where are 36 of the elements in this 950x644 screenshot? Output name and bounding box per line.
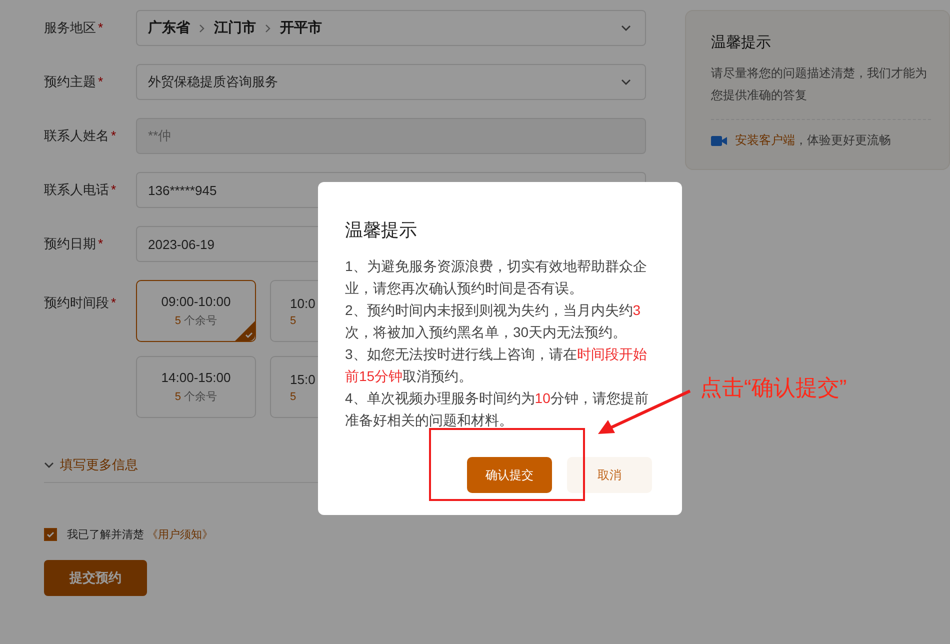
user-notice-link[interactable]: 《用户须知》 [147,529,214,541]
notice-paragraph: 3、如您无法按时进行线上咨询，请在时间段开始前15分钟取消预约。 [345,345,648,386]
dialog-title: 温馨提示 [345,219,418,242]
chevron-down-icon [621,79,631,85]
notice-paragraph: 1、为避免服务资源浪费，切实有效地帮助群众企业，请您再次确认预约时间是否有误。 [345,257,648,298]
notice-paragraph: 4、单次视频办理服务时间约为10分钟，请您提前准备好相关的问题和材料。 [345,389,650,430]
agree-checkbox[interactable] [44,528,57,541]
chevron-down-icon [44,462,54,468]
name-field: **仲 [136,118,646,154]
expand-more-toggle[interactable]: 填写更多信息 [44,456,318,483]
time-slot[interactable]: 09:00-10:00 5 个余号 [136,280,256,342]
topic-select[interactable]: 外贸保稳提质咨询服务 [136,64,646,100]
region-select[interactable]: 广东省 江门市 开平市 [136,10,646,46]
install-client-text: 安装客户端，体验更好更流畅 [735,132,891,149]
field-label: 联系人电话* [43,181,118,199]
check-icon [45,529,56,540]
cancel-button[interactable]: 取消 [567,457,652,493]
notice-paragraph: 2、预约时间内未报到则视为失约，当月内失约3 次，将被加入预约黑名单，30天内无法预约。 [345,301,642,342]
submit-button[interactable]: 提交预约 [44,560,147,596]
chevron-right-icon [199,24,205,32]
install-client-link[interactable]: 安装客户端 [735,133,795,147]
chevron-right-icon [265,24,271,32]
field-label: 联系人姓名* [43,127,118,145]
field-label: 预约主题* [43,73,104,91]
check-corner-icon [235,321,255,341]
time-slot[interactable]: 14:00-15:00 5 个余号 [136,356,256,418]
chevron-down-icon [621,25,631,31]
annotation-text: 点击“确认提交” [700,374,847,402]
video-camera-icon [711,134,727,146]
confirm-button[interactable]: 确认提交 [467,457,552,493]
card-title: 温馨提示 [711,33,772,52]
field-label: 预约时间段* [43,294,118,312]
field-label: 服务地区* [43,19,104,37]
field-label: 预约日期* [43,235,104,253]
card-text: 请尽量将您的问题描述清楚，我们才能为您提供准确的答复 [711,65,928,104]
agreement-text: 我已了解并清楚 《用户须知》 [67,528,214,542]
